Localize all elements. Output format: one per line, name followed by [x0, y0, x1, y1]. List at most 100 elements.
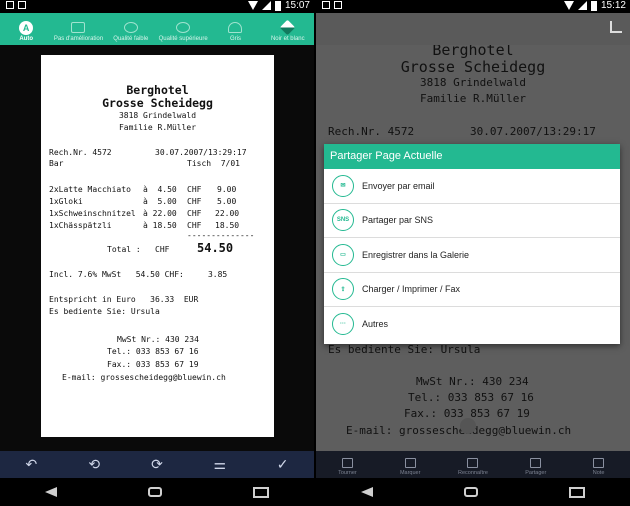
receipt-address: 3818 Grindelwald [118, 111, 197, 120]
receipt-item-name: 1xChässpätzli [49, 221, 112, 230]
gray-icon [228, 22, 243, 33]
filter-label: Gris [229, 36, 241, 42]
receipt-item-price: à 22.00 [143, 209, 177, 218]
doc-datetime: 30.07.2007/13:29:17 [470, 125, 596, 138]
receipt-tisch: Tisch 7/01 [187, 159, 240, 168]
rotate-button[interactable]: Tourner [322, 451, 372, 478]
system-nav-bar [0, 478, 314, 506]
doc-rech: Rech.Nr. 4572 [328, 125, 415, 138]
doc-tel: Tel.: 033 853 67 16 [408, 391, 534, 404]
edit-toolbar: ↶ ⟲ ⟳ ⚌ ✓ [0, 451, 314, 478]
filter-label: Qualité supérieure [158, 36, 208, 42]
share-more-item[interactable]: ··· Autres [324, 307, 620, 342]
receipt-email: E-mail: grossescheidegg@bluewin.ch [62, 373, 226, 382]
receipt-bar: Bar [49, 159, 64, 168]
signal-icon [261, 1, 271, 10]
back-icon[interactable] [45, 487, 58, 497]
home-icon[interactable] [147, 487, 162, 497]
crop-icon[interactable] [610, 21, 622, 33]
upload-icon: ⇪ [332, 278, 354, 301]
zoom-icon[interactable] [460, 418, 476, 434]
image-notification-icon [334, 1, 342, 9]
receipt-item-price: à 4.50 [143, 185, 177, 194]
rotate-left-button[interactable]: ⟲ [82, 455, 106, 475]
status-time: 15:07 [284, 0, 310, 11]
filter-gray[interactable]: Gris [209, 13, 261, 45]
filter-label: Auto [19, 36, 33, 42]
filter-bw[interactable]: Noir et blanc [262, 13, 314, 45]
rotate-icon [341, 458, 353, 468]
recent-apps-icon[interactable] [252, 486, 269, 498]
battery-icon [590, 0, 597, 11]
auto-icon: A [19, 21, 34, 35]
receipt-item-cur: CHF [187, 209, 202, 218]
doc-address: 3818 Grindelwald [420, 76, 526, 89]
receipt-fax: Fax.: 033 853 67 19 [107, 360, 199, 369]
scan-preview: Berghotel Grosse Scheidegg 3818 Grindelw… [0, 45, 314, 451]
receipt-item-cur: CHF [187, 197, 202, 206]
filter-bar: A Auto Pas d'amélioration Qualité faible… [0, 13, 314, 45]
share-icon [530, 458, 542, 468]
receipt-incl: Incl. 7.6% MwSt 54.50 CHF: 3.85 [49, 270, 228, 279]
email-icon: ✉ [332, 174, 354, 197]
recent-apps-icon[interactable] [568, 486, 585, 498]
wifi-icon [247, 1, 258, 10]
receipt-image: Berghotel Grosse Scheidegg 3818 Grindelw… [41, 55, 274, 437]
toolbar-label: Note [592, 470, 605, 476]
note-icon [593, 458, 605, 468]
share-upload-item[interactable]: ⇪ Charger / Imprimer / Fax [324, 273, 620, 307]
share-item-label: Partager par SNS [362, 215, 434, 226]
share-item-label: Autres [362, 319, 389, 330]
filter-high-quality[interactable]: Qualité supérieure [157, 13, 209, 45]
doc-email: E-mail: grossescheidegg@bluewin.ch [346, 424, 572, 437]
more-icon: ··· [332, 313, 354, 336]
toolbar-label: Reconnaître [458, 470, 488, 476]
notification-icon [322, 1, 330, 9]
filter-no-enhance[interactable]: Pas d'amélioration [52, 13, 104, 45]
receipt-bediente: Es bediente Sie: Ursula [49, 307, 160, 316]
adjust-button[interactable]: ⚌ [208, 455, 232, 475]
wifi-icon [563, 1, 574, 10]
receipt-dashes: -------------- [187, 231, 255, 240]
receipt-euro: Entspricht in Euro 36.33 EUR [49, 295, 199, 304]
receipt-hotel-name-2: Grosse Scheidegg [102, 96, 213, 110]
low-quality-icon [123, 22, 138, 33]
dialog-title: Partager Page Actuelle [324, 144, 620, 169]
toolbar-label: Partager [525, 470, 547, 476]
receipt-item-total: 5.00 [217, 197, 237, 206]
rotate-right-button[interactable]: ⟳ [145, 455, 169, 475]
note-button[interactable]: Note [574, 451, 624, 478]
status-bar: 15:12 [316, 0, 630, 13]
receipt-tel: Tel.: 033 853 67 16 [107, 347, 199, 356]
back-icon[interactable] [361, 487, 374, 497]
mark-button[interactable]: Marquer [385, 451, 435, 478]
share-sns-item[interactable]: SNS Partager par SNS [324, 204, 620, 238]
filter-low-quality[interactable]: Qualité faible [105, 13, 157, 45]
receipt-item-total: 9.00 [217, 185, 237, 194]
status-time: 15:12 [600, 0, 626, 11]
status-bar: 15:07 [0, 0, 314, 13]
receipt-item-price: à 5.00 [143, 197, 177, 206]
recognize-button[interactable]: Reconnaître [448, 451, 498, 478]
recognize-icon [467, 458, 479, 468]
filter-auto[interactable]: A Auto [0, 13, 52, 45]
receipt-datetime: 30.07.2007/13:29:17 [155, 148, 247, 157]
share-item-label: Enregistrer dans la Galerie [362, 249, 470, 260]
receipt-total-cur: CHF [155, 245, 170, 254]
share-gallery-item[interactable]: ▭ Enregistrer dans la Galerie [324, 238, 620, 273]
bw-icon [280, 19, 296, 36]
top-bar [316, 13, 630, 45]
share-button[interactable]: Partager [511, 451, 561, 478]
filter-label: Pas d'amélioration [53, 36, 104, 42]
confirm-button[interactable]: ✓ [271, 455, 295, 475]
share-item-label: Envoyer par email [362, 180, 435, 191]
receipt-item-total: 22.00 [215, 209, 240, 218]
receipt-item-cur: CHF [187, 221, 202, 230]
doc-hotel-name: Berghotel [432, 45, 514, 59]
receipt-item-name: 1xGloki [49, 197, 83, 206]
share-email-item[interactable]: ✉ Envoyer par email [324, 169, 620, 204]
doc-owner: Familie R.Müller [420, 92, 526, 105]
home-icon[interactable] [463, 487, 478, 497]
undo-button[interactable]: ↶ [19, 455, 43, 475]
high-quality-icon [176, 22, 191, 33]
